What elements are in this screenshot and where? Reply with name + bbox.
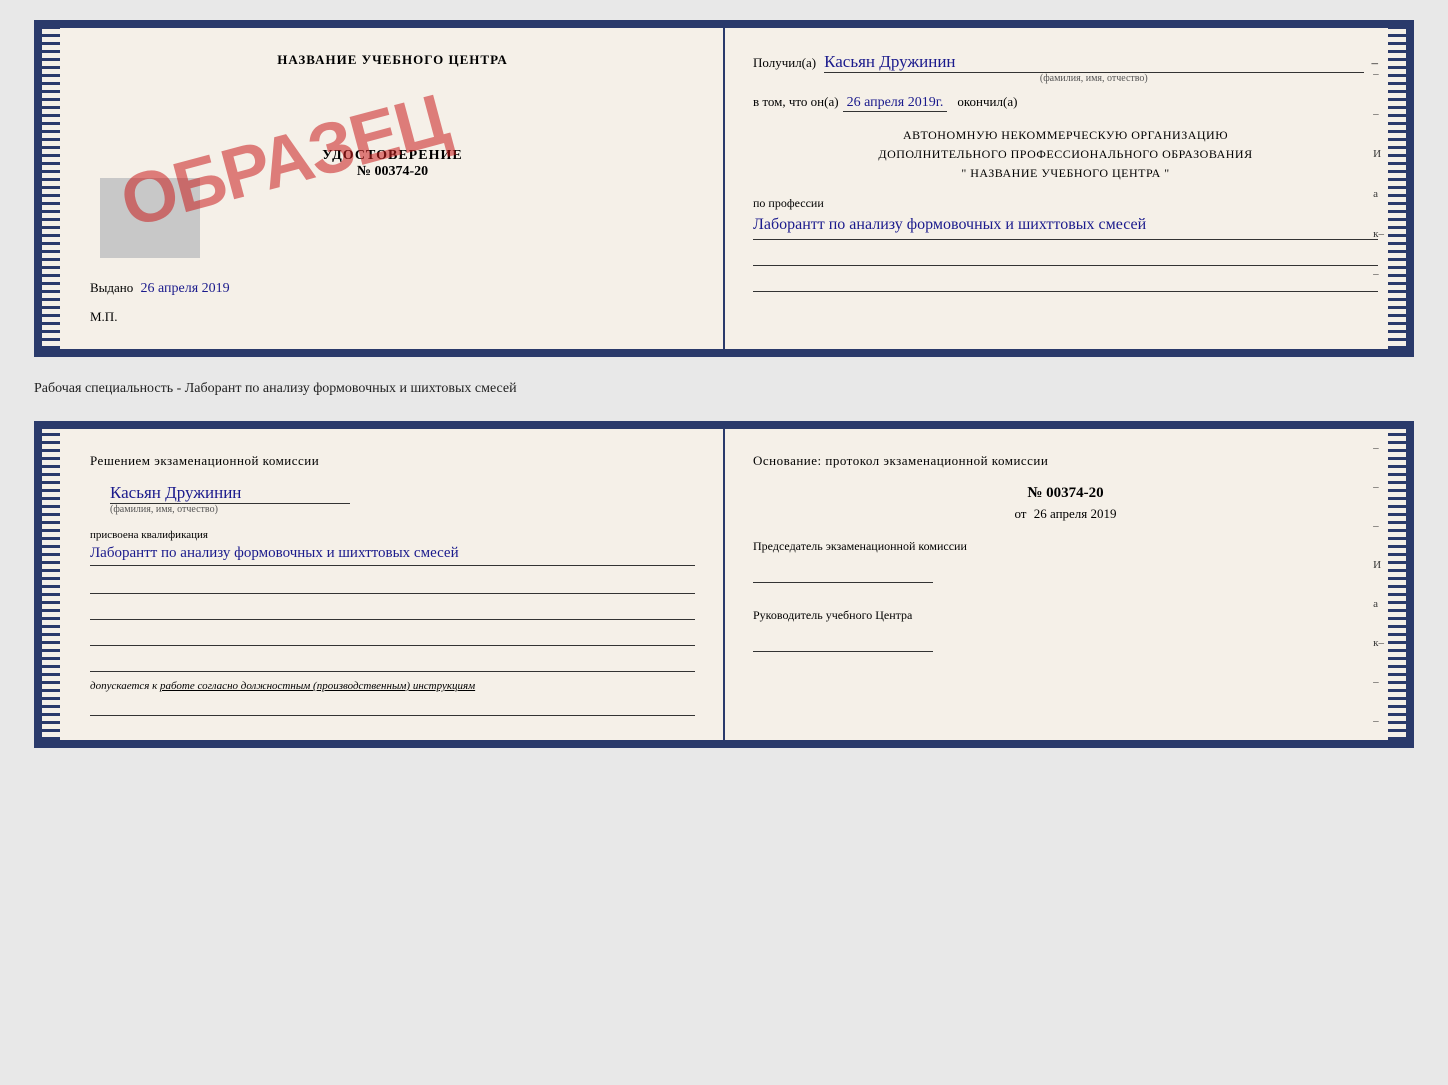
sig-line-4 <box>90 654 695 672</box>
stamp-area: ОБРАЗЕЦ УДОСТОВЕРЕНИЕ № 00374-20 <box>90 148 695 180</box>
ot-label: от <box>1014 506 1026 521</box>
poluchil-name: Касьян Дружинин <box>824 52 1363 73</box>
predsedatel-block: Председатель экзаменационной комиссии <box>753 538 1378 583</box>
dopusk-text: работе согласно должностным (производств… <box>160 680 475 692</box>
top-cert-right: Получил(а) Касьян Дружинин (фамилия, имя… <box>725 28 1406 349</box>
org-line2: ДОПОЛНИТЕЛЬНОГО ПРОФЕССИОНАЛЬНОГО ОБРАЗО… <box>753 145 1378 164</box>
top-cert-left: НАЗВАНИЕ УЧЕБНОГО ЦЕНТРА ОБРАЗЕЦ УДОСТОВ… <box>42 28 725 349</box>
prof-line3 <box>753 274 1378 292</box>
top-cert-title: НАЗВАНИЕ УЧЕБНОГО ЦЕНТРА <box>90 52 695 68</box>
ruk-block: Руководитель учебного Центра <box>753 607 1378 652</box>
org-line1: АВТОНОМНУЮ НЕКОММЕРЧЕСКУЮ ОРГАНИЗАЦИЮ <box>753 126 1378 145</box>
prof-line2 <box>753 248 1378 266</box>
prof-handwritten: Лаборантт по анализу формовочных и шихтт… <box>753 213 1378 240</box>
bottom-fio-label: (фамилия, имя, отчество) <box>110 504 695 515</box>
bottom-certificate: Решением экзаменационной комиссии Касьян… <box>34 421 1414 748</box>
fio-label-top: (фамилия, имя, отчество) <box>824 73 1363 84</box>
bottom-name: Касьян Дружинин <box>110 483 350 504</box>
right-side-chars-top: – – И а к– – <box>1373 68 1384 280</box>
bottom-cert-right: Основание: протокол экзаменационной коми… <box>725 429 1406 740</box>
osnov-title: Основание: протокол экзаменационной коми… <box>753 453 1378 469</box>
protocol-number: № 00374-20 <box>753 485 1378 502</box>
poluchil-label: Получил(а) <box>753 55 816 71</box>
org-quote: " НАЗВАНИЕ УЧЕБНОГО ЦЕНТРА " <box>753 164 1378 183</box>
vtom-line: в том, что он(а) 26 апреля 2019г. окончи… <box>753 94 1378 112</box>
sig-line-1 <box>90 576 695 594</box>
predsedatel-title: Председатель экзаменационной комиссии <box>753 538 1378 555</box>
dopusk-label: допускается к <box>90 680 157 692</box>
vtom-date: 26 апреля 2019г. <box>843 95 948 112</box>
org-text: АВТОНОМНУЮ НЕКОММЕРЧЕСКУЮ ОРГАНИЗАЦИЮ ДО… <box>753 126 1378 184</box>
ruk-title: Руководитель учебного Центра <box>753 607 1378 624</box>
right-side-chars-bottom: – – – И а к– – – <box>1373 429 1384 740</box>
protocol-date: от 26 апреля 2019 <box>753 506 1378 522</box>
ruk-sig-line <box>753 632 933 652</box>
okonchil-label: окончил(а) <box>957 94 1017 110</box>
top-certificate: НАЗВАНИЕ УЧЕБНОГО ЦЕНТРА ОБРАЗЕЦ УДОСТОВ… <box>34 20 1414 357</box>
obrazets-text: ОБРАЗЕЦ <box>114 102 384 239</box>
ot-date: 26 апреля 2019 <box>1034 506 1117 521</box>
dopusk-line <box>90 698 695 716</box>
bottom-lines <box>90 576 695 672</box>
predsedatel-sig-line <box>753 563 933 583</box>
poluchil-line: Получил(а) Касьян Дружинин (фамилия, имя… <box>753 52 1378 84</box>
prof-label: по профессии <box>753 196 1378 211</box>
dopusk-block: допускается к работе согласно должностны… <box>90 680 695 692</box>
kvali-handwritten: Лаборантт по анализу формовочных и шихтт… <box>90 541 695 566</box>
sig-line-2 <box>90 602 695 620</box>
bottom-title: Решением экзаменационной комиссии <box>90 453 695 469</box>
vydano-label: Выдано <box>90 280 133 295</box>
kvali-label: присвоена квалификация <box>90 529 695 541</box>
sig-line-3 <box>90 628 695 646</box>
bottom-name-block: Касьян Дружинин (фамилия, имя, отчество) <box>90 483 695 515</box>
bottom-cert-left: Решением экзаменационной комиссии Касьян… <box>42 429 725 740</box>
specialty-line: Рабочая специальность - Лаборант по анал… <box>34 373 1414 405</box>
vtom-label: в том, что он(а) <box>753 94 839 110</box>
